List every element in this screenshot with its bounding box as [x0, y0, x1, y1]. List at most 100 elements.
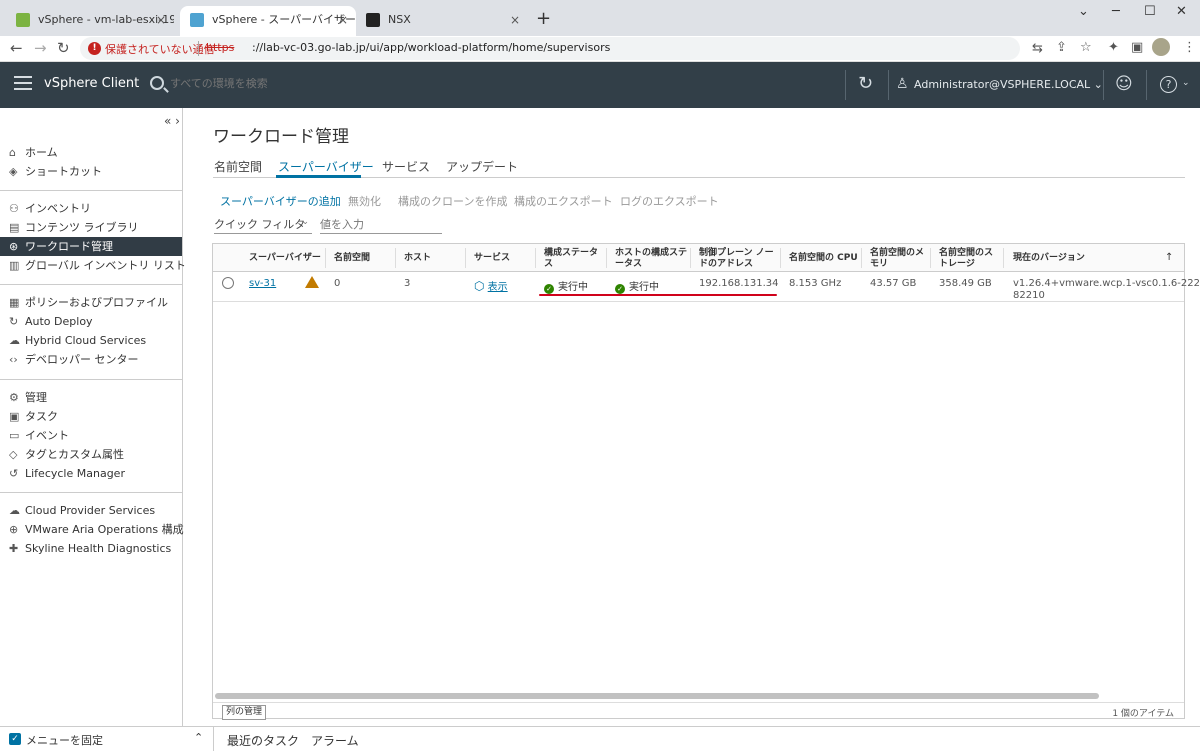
cell-control-plane-address: 192.168.131.34 — [699, 278, 779, 289]
column-header-version[interactable]: 現在のバージョン — [1013, 253, 1085, 264]
tab-services[interactable]: サービス — [382, 158, 430, 175]
hamburger-menu-icon[interactable] — [14, 76, 32, 90]
sidebar-item-content-library[interactable]: ▤ コンテンツ ライブラリ — [0, 218, 182, 237]
browser-tab-vm-lab[interactable]: vSphere - vm-lab-esxi-192.168. × — [6, 6, 174, 36]
filter-value-input[interactable] — [320, 216, 442, 234]
browser-tab-supervisor[interactable]: vSphere - スーパーバイザー × — [180, 6, 356, 36]
table-row[interactable]: sv-31 0 3 ⬡ 表示 ✓ 実行中 ✓ 実行中 192.168.131.34 … — [213, 272, 1200, 302]
sidebar-item-tags[interactable]: ◇ タグとカスタム属性 — [0, 445, 182, 464]
sidebar-item-tasks[interactable]: ▣ タスク — [0, 407, 182, 426]
alarms-tab[interactable]: アラーム — [311, 732, 359, 749]
sort-ascending-icon[interactable]: ↑ — [1165, 252, 1173, 263]
nsx-favicon-icon — [366, 13, 380, 27]
app-title[interactable]: vSphere Client — [44, 76, 139, 91]
sidebar-item-policies[interactable]: ▦ ポリシーおよびプロファイル — [0, 293, 182, 312]
sidebar-item-global-inventory[interactable]: ▥ グローバル インベントリ リスト — [0, 256, 186, 275]
view-services-link[interactable]: 表示 — [488, 282, 508, 293]
column-header-ns-storage[interactable]: 名前空間のス トレージ — [939, 248, 993, 270]
cell-config-status[interactable]: ✓ 実行中 — [544, 278, 588, 294]
sidebar-item-inventory[interactable]: ⚇ インベントリ — [0, 199, 182, 218]
tag-icon: ◇ — [9, 448, 18, 461]
sidebar-item-cloud-provider[interactable]: ☁ Cloud Provider Services — [0, 501, 182, 520]
add-supervisor-button[interactable]: スーパーバイザーの追加 — [220, 193, 341, 209]
recent-tasks-tab[interactable]: 最近のタスク — [227, 732, 299, 749]
sidebar-item-shortcuts[interactable]: ◈ ショートカット — [0, 162, 182, 181]
user-menu[interactable]: Administrator@VSPHERE.LOCAL ⌄ — [914, 78, 1103, 91]
global-search-input[interactable] — [170, 78, 470, 90]
task-icon: ▣ — [9, 410, 20, 423]
disable-button[interactable]: 無効化 — [348, 193, 381, 209]
row-select-radio[interactable] — [222, 277, 234, 289]
cell-services[interactable]: ⬡ 表示 — [474, 278, 508, 293]
reload-button[interactable]: ↻ — [57, 39, 70, 57]
address-bar[interactable]: ! 保護されていない通信 https ://lab-vc-03.go-lab.j… — [80, 37, 1043, 60]
column-header-host-config-status[interactable]: ホストの構成ステ ータス — [615, 248, 687, 270]
list-icon: ▥ — [9, 259, 20, 272]
vsphere-favicon-icon — [190, 13, 204, 27]
grid-footer: 列の管理 1 個のアイテム — [213, 702, 1184, 720]
side-panel-icon[interactable]: ▣ — [1131, 40, 1143, 55]
help-icon[interactable]: ? — [1160, 76, 1177, 93]
feedback-smiley-icon[interactable]: ☺ — [1115, 74, 1133, 94]
tab-namespaces[interactable]: 名前空間 — [214, 158, 262, 175]
sidebar-item-hybrid-cloud[interactable]: ☁ Hybrid Cloud Services — [0, 331, 182, 350]
chevron-up-icon[interactable]: ⌃ — [194, 731, 203, 744]
vsphere-favicon-icon — [16, 13, 30, 27]
sidebar-item-aria-operations[interactable]: ⊕ VMware Aria Operations 構成 — [0, 520, 184, 539]
new-tab-button[interactable]: + — [536, 8, 551, 29]
clone-config-button[interactable]: 構成のクローンを作成 — [398, 193, 507, 209]
export-logs-button[interactable]: ログのエクスポート — [620, 193, 719, 209]
sidebar-item-administration[interactable]: ⚙ 管理 — [0, 388, 182, 407]
cell-host-config-status[interactable]: ✓ 実行中 — [615, 278, 659, 294]
gear-icon: ⚙ — [9, 391, 19, 404]
close-icon[interactable]: × — [338, 6, 348, 34]
grid-header: スーパーバイザー 名前空間 ホスト サービス 構成ステータ ス ホストの構成ステ… — [213, 244, 1184, 272]
health-icon: ✚ — [9, 542, 19, 555]
column-header-config-status[interactable]: 構成ステータ ス — [544, 248, 598, 270]
sidebar-item-events[interactable]: ▭ イベント — [0, 426, 182, 445]
sidebar-item-auto-deploy[interactable]: ↻ Auto Deploy — [0, 312, 182, 331]
tab-supervisors[interactable]: スーパーバイザー — [278, 158, 374, 175]
chevron-down-icon[interactable]: ⌄ — [1182, 78, 1190, 88]
share-icon[interactable]: ⇪ — [1056, 40, 1067, 55]
refresh-icon[interactable]: ↻ — [858, 73, 873, 94]
column-header-services[interactable]: サービス — [474, 253, 510, 264]
quick-filter-select[interactable]: クイック フィルタ ⌄ — [214, 216, 312, 234]
close-icon[interactable]: × — [156, 6, 166, 34]
pin-menu-checkbox[interactable]: ✓ — [9, 733, 21, 745]
maximize-button[interactable]: ☐ — [1144, 4, 1156, 19]
sidebar-item-developer-center[interactable]: ‹› デベロッパー センター — [0, 350, 182, 369]
column-header-namespaces[interactable]: 名前空間 — [334, 253, 370, 264]
browser-menu-icon[interactable]: ⋮ — [1183, 40, 1196, 55]
sidebar-item-lifecycle-manager[interactable]: ↺ Lifecycle Manager — [0, 464, 182, 483]
sidebar-item-home[interactable]: ⌂ ホーム — [0, 143, 182, 162]
workload-icon: ⊛ — [9, 240, 19, 253]
column-header-ns-cpu[interactable]: 名前空間の CPU — [789, 253, 858, 264]
column-header-hosts[interactable]: ホスト — [404, 253, 431, 264]
column-header-supervisor[interactable]: スーパーバイザー — [249, 253, 321, 264]
close-icon[interactable]: × — [510, 6, 520, 34]
minimize-button[interactable]: ─ — [1112, 4, 1120, 19]
tab-search-icon[interactable]: ⌄ — [1078, 4, 1089, 19]
browser-tab-nsx[interactable]: NSX × — [356, 6, 528, 36]
bookmark-star-icon[interactable]: ☆ — [1080, 40, 1092, 55]
sidebar-item-workload-management[interactable]: ⊛ ワークロード管理 — [0, 237, 182, 256]
column-header-control-plane-address[interactable]: 制御プレーン ノー ドのアドレス — [699, 248, 774, 270]
translate-icon[interactable]: ⇆ — [1032, 41, 1043, 56]
column-manager-button[interactable]: 列の管理 — [222, 705, 267, 720]
shortcut-icon: ◈ — [9, 165, 18, 178]
supervisor-link[interactable]: sv-31 — [249, 278, 276, 289]
collapse-sidebar-icon[interactable]: « › — [164, 114, 180, 128]
extensions-icon[interactable]: ✦ — [1108, 40, 1119, 55]
profile-avatar[interactable] — [1152, 38, 1170, 56]
warning-icon[interactable] — [305, 276, 319, 288]
back-button[interactable]: ← — [10, 39, 23, 57]
close-window-button[interactable]: ✕ — [1176, 4, 1187, 19]
sidebar-item-skyline[interactable]: ✚ Skyline Health Diagnostics — [0, 539, 182, 558]
forward-button[interactable]: → — [34, 39, 47, 57]
export-config-button[interactable]: 構成のエクスポート — [514, 193, 613, 209]
column-header-ns-memory[interactable]: 名前空間のメ モリ — [870, 248, 924, 270]
horizontal-scrollbar[interactable] — [215, 693, 1099, 699]
pin-menu-label[interactable]: メニューを固定 — [26, 732, 103, 748]
tab-updates[interactable]: アップデート — [446, 158, 518, 175]
